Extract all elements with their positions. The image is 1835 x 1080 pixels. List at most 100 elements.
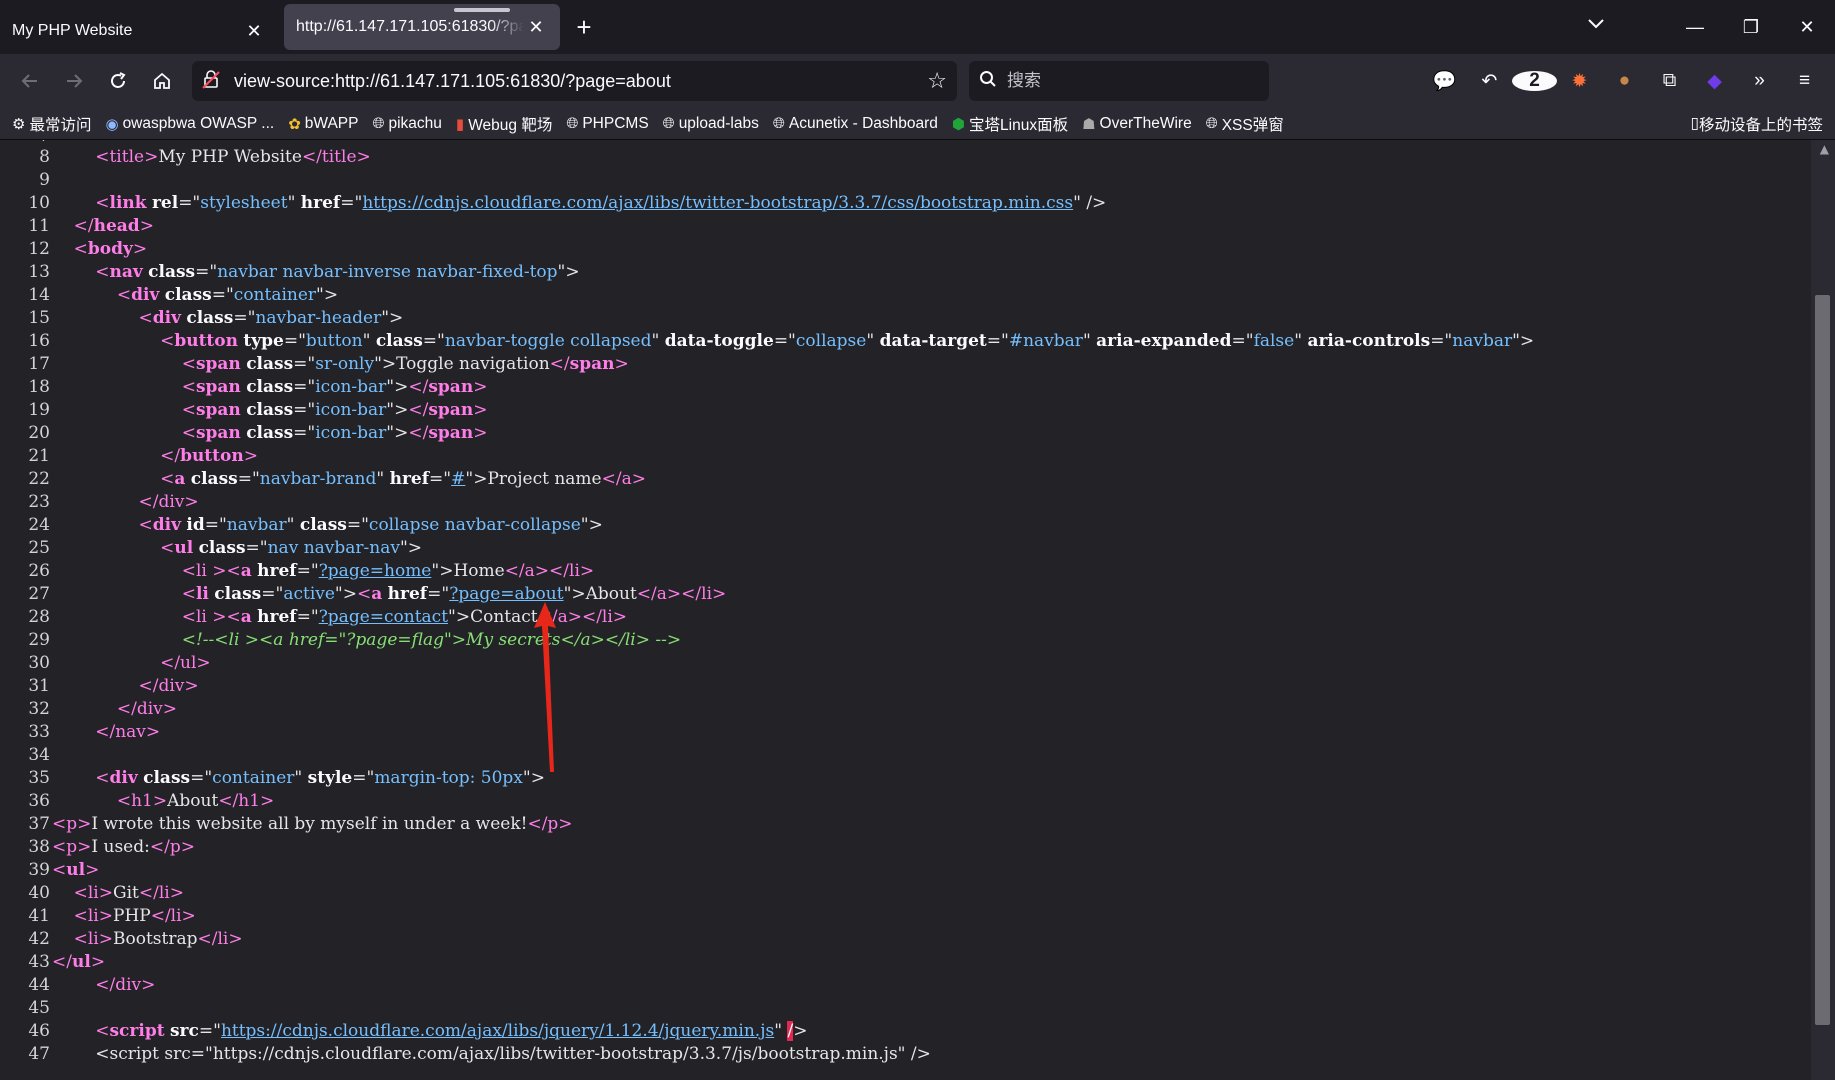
source-code: <li ><a href="?page=contact">Contact</a>… xyxy=(50,606,627,629)
source-code: <ul class="nav navbar-nav"> xyxy=(50,537,422,560)
source-token xyxy=(52,929,74,949)
source-token: ">Contact xyxy=(448,607,538,627)
bookmark-label: upload-labs xyxy=(678,114,759,132)
search-input[interactable] xyxy=(1007,71,1247,91)
bookmark-acunetix[interactable]: 🌐︎ Acunetix - Dashboard xyxy=(773,115,938,133)
bookmark-label: 最常访问 xyxy=(29,116,92,134)
cookie-icon[interactable]: ● xyxy=(1602,70,1647,92)
bookmark-overthewire[interactable]: ☗ OverTheWire xyxy=(1082,115,1192,133)
back-button[interactable] xyxy=(8,61,52,101)
source-token: aria-expanded xyxy=(1096,331,1232,351)
line-number: 29 xyxy=(28,630,50,650)
source-code: <button type="button" class="navbar-togg… xyxy=(50,330,1534,353)
source-line: 39 <ul> xyxy=(0,859,1835,882)
source-token: id xyxy=(186,515,205,535)
source-token: < xyxy=(95,262,110,282)
line-number: 33 xyxy=(28,722,50,742)
scrollbar-thumb[interactable] xyxy=(1815,295,1830,1025)
source-token: class xyxy=(214,584,262,604)
menu-hamburger-icon[interactable]: ≡ xyxy=(1782,70,1827,92)
tab-my-php-website[interactable]: My PHP Website ✕ xyxy=(0,8,278,54)
bookmark-owaspbwa[interactable]: ◉ owaspbwa OWASP ... xyxy=(105,115,274,133)
source-link[interactable]: https://cdnjs.cloudflare.com/ajax/libs/j… xyxy=(221,1021,774,1041)
insecure-lock-icon[interactable] xyxy=(202,69,226,94)
arrow-right-icon xyxy=(67,74,83,88)
source-token: </div> xyxy=(116,699,177,719)
source-link[interactable]: ?page=contact xyxy=(319,607,448,627)
more-tools-chevron-icon[interactable]: » xyxy=(1737,70,1782,92)
tab-view-source[interactable]: http://61.147.171.105:61830/?page=about … xyxy=(284,4,560,50)
source-line: 21 </button> xyxy=(0,445,1835,468)
source-token: class xyxy=(246,400,294,420)
source-token: Bootstrap xyxy=(113,929,198,949)
url-text[interactable]: view-source:http://61.147.171.105:61830/… xyxy=(226,71,927,92)
close-tab-icon[interactable]: ✕ xyxy=(242,21,266,42)
source-token: ">About xyxy=(563,584,637,604)
purple-extension-icon[interactable]: ◆ xyxy=(1692,70,1737,93)
bookmark-most-visited[interactable]: ⚙ 最常访问 xyxy=(12,113,91,135)
source-token: icon-bar xyxy=(315,377,387,397)
source-token xyxy=(52,423,182,443)
close-tab-icon[interactable]: ✕ xyxy=(524,17,548,38)
bee-icon: ✿ xyxy=(288,115,301,133)
forward-button[interactable] xyxy=(52,61,96,101)
bookmark-bwapp[interactable]: ✿ bWAPP xyxy=(288,115,358,133)
source-token: =" xyxy=(198,1021,221,1041)
restore-icon[interactable]: ❐ xyxy=(1723,17,1779,38)
bookmark-pikachu[interactable]: 🌐︎ pikachu xyxy=(372,115,441,133)
bookmark-webug[interactable]: ▮ Webug 靶场 xyxy=(456,113,552,135)
source-token xyxy=(52,561,182,581)
close-window-icon[interactable]: ✕ xyxy=(1779,17,1835,38)
source-line: 10 <link rel="stylesheet" href="https://… xyxy=(0,192,1835,215)
bookmark-baota[interactable]: ⬢ 宝塔Linux面板 xyxy=(952,113,1068,135)
source-link[interactable]: # xyxy=(451,469,465,489)
source-token: =" xyxy=(178,193,201,213)
hackbar-extension-icon[interactable]: ✹ xyxy=(1557,70,1602,93)
notification-badge[interactable]: 2 xyxy=(1512,70,1557,92)
source-token: container xyxy=(233,285,317,305)
source-token xyxy=(52,883,74,903)
source-token: div xyxy=(152,515,181,535)
line-number: 12 xyxy=(28,239,50,259)
url-bar[interactable]: view-source:http://61.147.171.105:61830/… xyxy=(192,61,957,101)
source-token xyxy=(52,239,74,259)
source-line: 14 <div class="container"> xyxy=(0,284,1835,307)
line-number: 35 xyxy=(28,768,50,788)
bookmark-label: OverTheWire xyxy=(1099,114,1192,132)
globe-icon: 🌐︎ xyxy=(566,115,579,132)
source-link[interactable]: ?page=about xyxy=(449,584,563,604)
chat-bubble-icon[interactable]: 💬 xyxy=(1422,69,1467,93)
list-all-tabs-icon[interactable] xyxy=(1587,14,1605,35)
source-line: 20 <span class="icon-bar"></span> xyxy=(0,422,1835,445)
undo-arrow-icon[interactable]: ↶ xyxy=(1467,70,1512,93)
bookmark-xss[interactable]: 🌐︎ XSS弹窗 xyxy=(1206,113,1284,135)
source-token: =" xyxy=(340,193,363,213)
search-box[interactable] xyxy=(969,61,1269,101)
source-token xyxy=(52,538,160,558)
bookmark-upload-labs[interactable]: 🌐︎ upload-labs xyxy=(663,115,759,133)
source-token: navbar xyxy=(1452,331,1513,351)
source-link[interactable]: ?page=home xyxy=(319,561,432,581)
source-token xyxy=(52,216,74,236)
extensions-puzzle-icon[interactable]: ⧉ xyxy=(1647,70,1692,92)
home-button[interactable] xyxy=(140,61,184,101)
vertical-scrollbar[interactable]: ▲ xyxy=(1811,140,1835,1080)
source-token: " xyxy=(774,1021,788,1041)
source-code: <li>Git</li> xyxy=(50,882,184,905)
source-token: active xyxy=(283,584,335,604)
bookmark-phpcms[interactable]: 🌐︎ PHPCMS xyxy=(566,115,648,133)
scroll-up-icon[interactable]: ▲ xyxy=(1820,142,1829,156)
bookmark-star-icon[interactable]: ☆ xyxy=(927,68,947,94)
source-line: 18 <span class="icon-bar"></span> xyxy=(0,376,1835,399)
new-tab-button[interactable]: + xyxy=(564,4,604,50)
reload-button[interactable] xyxy=(96,61,140,101)
bookmark-mobile[interactable]: ▯ 移动设备上的书签 xyxy=(1690,113,1823,135)
source-line: 8 <title>My PHP Website</title> xyxy=(0,146,1835,169)
source-link[interactable]: https://cdnjs.cloudflare.com/ajax/libs/t… xyxy=(362,193,1073,213)
source-token: ul xyxy=(66,860,86,880)
loading-indicator xyxy=(454,8,510,12)
source-token: " xyxy=(1082,331,1097,351)
minimize-icon[interactable]: — xyxy=(1667,17,1723,38)
source-token xyxy=(52,492,138,512)
source-token: > xyxy=(614,354,629,374)
